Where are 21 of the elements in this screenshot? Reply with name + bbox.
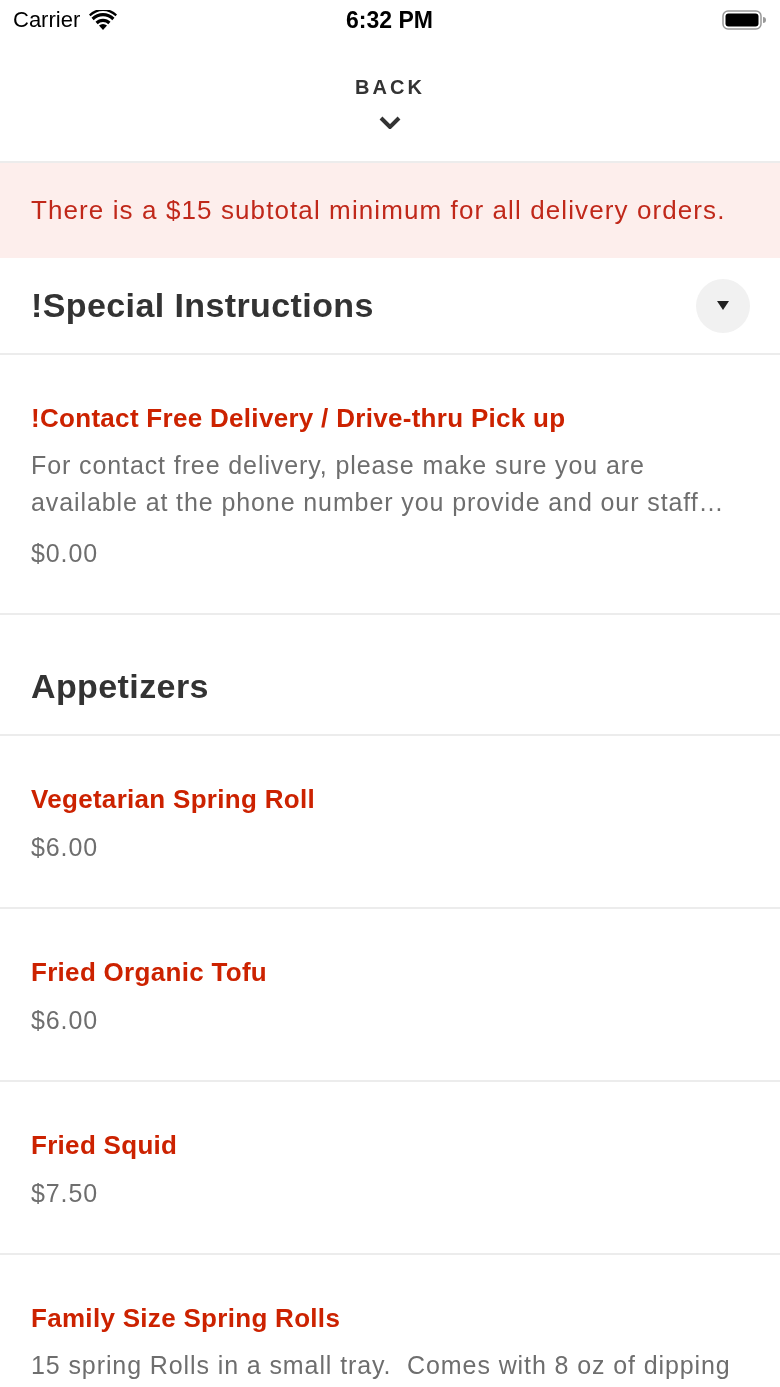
menu-item-price: $6.00 — [31, 832, 100, 863]
minimum-order-notice: There is a $15 subtotal minimum for all delivery orders. — [0, 163, 780, 258]
status-time: 6:32 PM — [346, 6, 433, 34]
back-button[interactable]: BACK — [355, 76, 425, 129]
chevron-down-icon — [379, 116, 401, 129]
menu-item-description: For contact free delivery, please make sure you are available at the phone number you provide and our staff… — [31, 450, 726, 518]
menu-item-name[interactable]: Vegetarian Spring Roll — [31, 783, 749, 815]
menu-item-name[interactable]: !Contact Free Delivery / Drive-thru Pick up — [31, 402, 749, 434]
battery-icon — [722, 10, 766, 30]
section-title: !Special Instructions — [31, 286, 374, 325]
menu-item-name[interactable]: Fried Organic Tofu — [31, 956, 749, 988]
menu-item-price: $0.00 — [31, 538, 100, 569]
wifi-icon — [89, 10, 118, 30]
caret-down-icon — [717, 301, 729, 310]
section-title: Appetizers — [31, 667, 209, 706]
carrier-name: Carrier — [13, 7, 81, 33]
menu-item-description: 15 spring Rolls in a small tray. Comes with 8 oz of dipping — [31, 1350, 732, 1381]
menu-item-name[interactable]: Family Size Spring Rolls — [31, 1302, 749, 1334]
menu-item-name[interactable]: Fried Squid — [31, 1129, 749, 1161]
menu-item-price: $6.00 — [31, 1005, 100, 1036]
menu-item-price: $7.50 — [31, 1178, 100, 1209]
